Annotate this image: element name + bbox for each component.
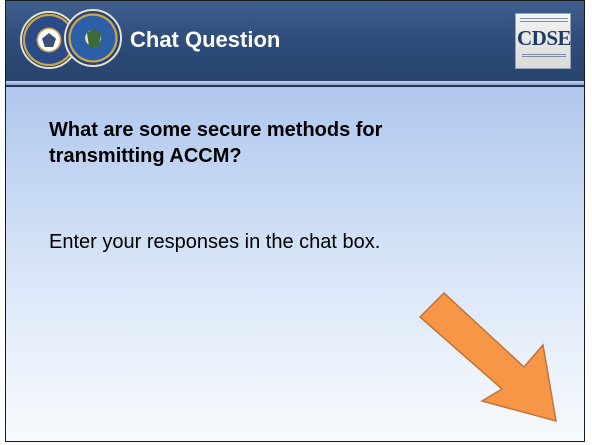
- slide-header: Chat Question CDSE: [6, 1, 584, 81]
- chat-question-text: What are some secure methods for transmi…: [49, 119, 383, 167]
- cdse-logo: CDSE: [515, 13, 572, 69]
- header-divider-dark: [6, 85, 584, 87]
- slide-title: Chat Question: [130, 27, 281, 52]
- eagle-emblem: [42, 33, 56, 47]
- arrow-pointing-to-chat-box-icon: [418, 291, 557, 423]
- slide: Chat Question CDSE What are some secure …: [5, 0, 585, 442]
- dss-emblem: [87, 29, 101, 47]
- logo-bottom-rule: [522, 54, 566, 57]
- logo-top-rule: [520, 18, 568, 22]
- cdse-logo-text: CDSE: [516, 26, 572, 50]
- chat-instruction-text: Enter your responses in the chat box.: [49, 231, 381, 253]
- orange-arrow-shape: [418, 291, 557, 423]
- dss-seal-icon: [64, 9, 122, 67]
